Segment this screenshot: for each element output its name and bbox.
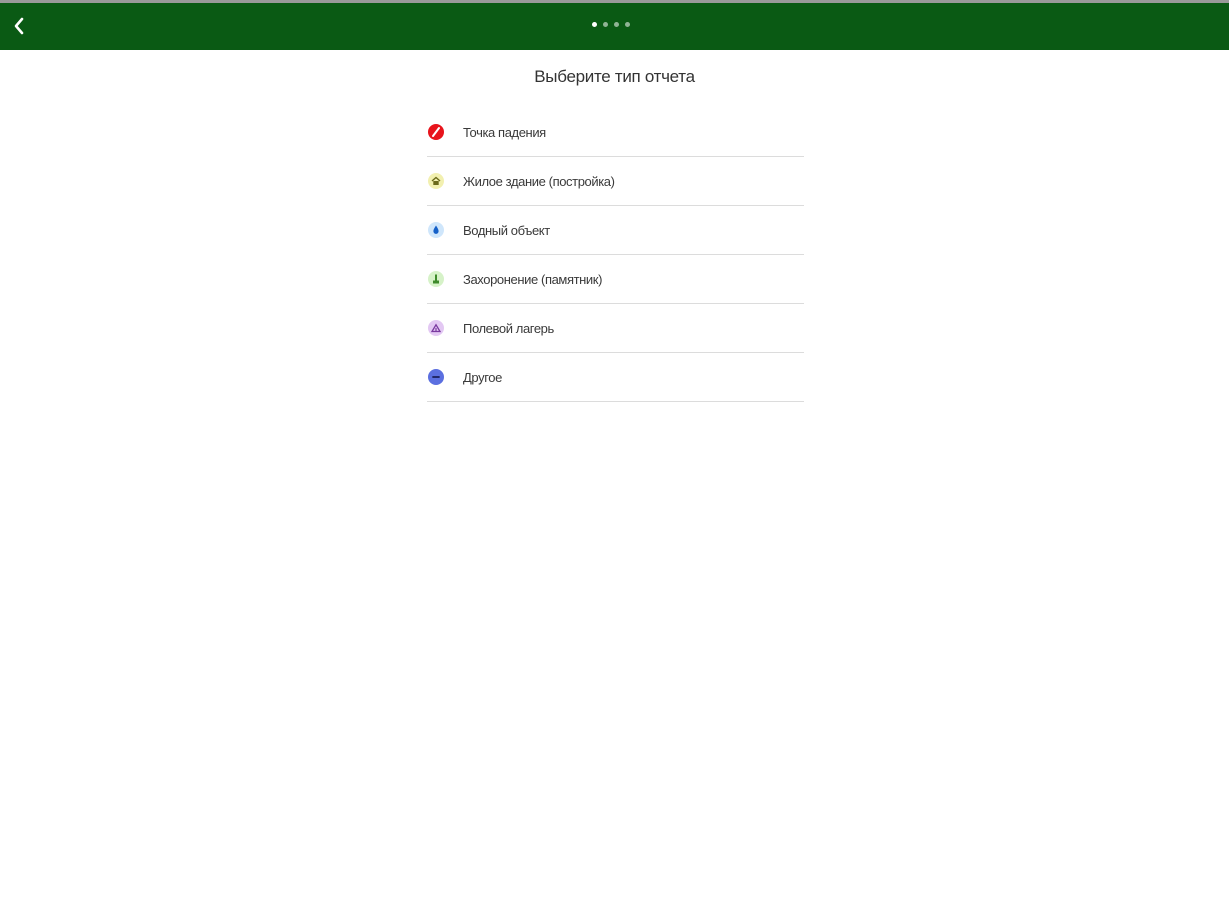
- back-button[interactable]: [6, 11, 34, 41]
- page-dot-3[interactable]: [614, 22, 619, 27]
- report-type-item-other[interactable]: Другое: [427, 353, 804, 402]
- chevron-left-icon: [14, 17, 24, 35]
- report-type-item-crash-point[interactable]: Точка падения: [427, 108, 804, 157]
- report-type-label: Жилое здание (постройка): [463, 173, 615, 189]
- report-type-list: Точка падения Жилое здание (постройка) В…: [427, 108, 804, 402]
- monument-icon: [428, 271, 444, 287]
- page-title: Выберите тип отчета: [534, 67, 695, 86]
- page-dot-4[interactable]: [625, 22, 630, 27]
- report-type-item-residential-building[interactable]: Жилое здание (постройка): [427, 157, 804, 206]
- house-icon: [428, 173, 444, 189]
- report-type-label: Другое: [463, 369, 502, 385]
- water-drop-icon: [428, 222, 444, 238]
- report-type-item-water-body[interactable]: Водный объект: [427, 206, 804, 255]
- tent-icon: [428, 320, 444, 336]
- minus-icon: [428, 369, 444, 385]
- crash-point-icon: [428, 124, 444, 140]
- report-type-label: Захоронение (памятник): [463, 271, 603, 287]
- page-dot-1[interactable]: [592, 22, 597, 27]
- app-header: [0, 3, 1229, 50]
- page-indicator: [592, 22, 630, 30]
- report-type-label: Водный объект: [463, 222, 550, 238]
- report-type-item-burial[interactable]: Захоронение (памятник): [427, 255, 804, 304]
- report-type-label: Точка падения: [463, 124, 546, 140]
- report-type-label: Полевой лагерь: [463, 320, 554, 336]
- report-type-item-field-camp[interactable]: Полевой лагерь: [427, 304, 804, 353]
- page-dot-2[interactable]: [603, 22, 608, 27]
